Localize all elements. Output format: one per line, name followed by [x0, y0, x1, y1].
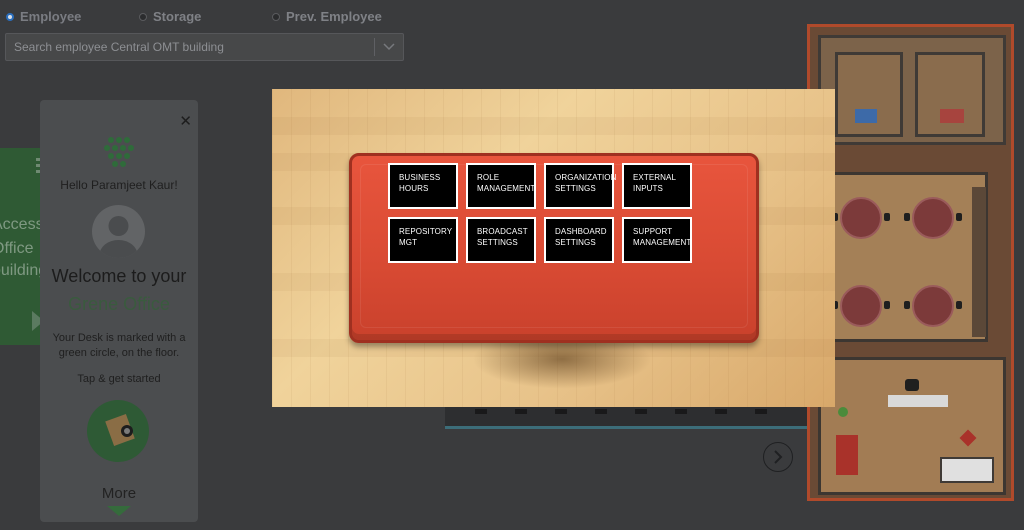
card-line1: Access — [0, 216, 44, 233]
desk-marker[interactable] — [855, 109, 877, 123]
welcome-title: Welcome to your — [51, 266, 187, 286]
tile-line2: HOURS — [399, 184, 429, 193]
radio-dot — [272, 12, 280, 21]
office-name: Grene Office — [68, 294, 170, 314]
tile-line2: SETTINGS — [555, 238, 596, 247]
chair-icon — [905, 379, 919, 391]
radio-storage[interactable]: Storage — [139, 9, 201, 24]
close-icon[interactable]: ✕ — [179, 112, 192, 130]
tile-role-management[interactable]: ROLE MANAGEMENT — [466, 163, 536, 209]
tile-line1: EXTERNAL — [633, 173, 677, 182]
radio-prev-employee[interactable]: Prev. Employee — [272, 9, 382, 24]
tile-support-management[interactable]: SUPPORT MANAGEMENT — [622, 217, 692, 263]
tile-organization-settings[interactable]: ORGANIZATION SETTINGS — [544, 163, 617, 209]
tile-line2: SETTINGS — [555, 184, 596, 193]
tile-repository-mgt[interactable]: REPOSITORY MGT — [388, 217, 458, 263]
tile-external-inputs[interactable]: EXTERNAL INPUTS — [622, 163, 692, 209]
desk-preview[interactable] — [87, 400, 149, 462]
tile-line1: SUPPORT — [633, 227, 673, 236]
radio-dot — [139, 12, 147, 21]
employee-search — [5, 33, 404, 61]
chevron-right-icon — [774, 450, 783, 464]
round-table[interactable] — [840, 197, 882, 239]
greeting-text: Hello Paramjeet Kaur! — [60, 178, 178, 192]
side-shelf — [972, 187, 986, 337]
counter — [940, 457, 994, 483]
round-table[interactable] — [912, 197, 954, 239]
tile-line1: ORGANIZATION — [555, 173, 617, 182]
avatar — [92, 205, 145, 258]
tile-broadcast-settings[interactable]: BROADCAST SETTINGS — [466, 217, 536, 263]
tile-line1: BUSINESS — [399, 173, 441, 182]
radio-dot — [6, 12, 14, 21]
welcome-description: Your Desk is marked with a green circle,… — [52, 332, 186, 359]
tap-instruction: Tap & get started — [77, 373, 161, 385]
tile-dashboard-settings[interactable]: DASHBOARD SETTINGS — [544, 217, 614, 263]
radio-label: Storage — [153, 9, 202, 24]
radio-label: Employee — [20, 9, 82, 24]
desk-marker[interactable] — [940, 109, 964, 123]
chevron-down-icon[interactable] — [375, 43, 403, 51]
search-input[interactable] — [6, 34, 374, 60]
tile-line1: BROADCAST — [477, 227, 528, 236]
settings-modal: BUSINESS HOURS ROLE MANAGEMENT ORGANIZAT… — [272, 89, 835, 407]
reception-desk[interactable] — [888, 395, 948, 407]
tile-line2: SETTINGS — [477, 238, 518, 247]
more-link[interactable]: More — [40, 485, 198, 502]
tile-line1: DASHBOARD — [555, 227, 607, 236]
welcome-panel: ✕ Hello Paramjeet Kaur! Welcome to your … — [40, 100, 198, 522]
tile-line1: ROLE — [477, 173, 500, 182]
radio-employee[interactable]: Employee — [6, 9, 81, 24]
plant-icon — [838, 407, 848, 417]
floor-plan[interactable] — [807, 24, 1014, 501]
sofa — [836, 435, 858, 475]
office-room-left[interactable] — [835, 52, 903, 137]
round-table[interactable] — [912, 285, 954, 327]
tile-line2: INPUTS — [633, 184, 663, 193]
tile-line2: MGT — [399, 238, 418, 247]
card-line2: Office — [0, 240, 34, 257]
next-arrow-button[interactable] — [763, 442, 793, 472]
desk-icon — [105, 414, 135, 446]
radio-label: Prev. Employee — [286, 9, 382, 24]
office-room-right[interactable] — [915, 52, 985, 137]
tile-line2: MANAGEMENT — [477, 184, 536, 193]
tile-line1: REPOSITORY — [399, 227, 453, 236]
tile-business-hours[interactable]: BUSINESS HOURS — [388, 163, 458, 209]
grene-logo — [104, 137, 134, 167]
floor-bottom-row — [445, 406, 807, 429]
user-icon — [99, 216, 138, 258]
tile-line2: MANAGEMENT — [633, 238, 692, 247]
desk-surface: BUSINESS HOURS ROLE MANAGEMENT ORGANIZAT… — [349, 153, 759, 343]
round-table[interactable] — [840, 285, 882, 327]
chevron-down-icon[interactable] — [107, 506, 131, 516]
